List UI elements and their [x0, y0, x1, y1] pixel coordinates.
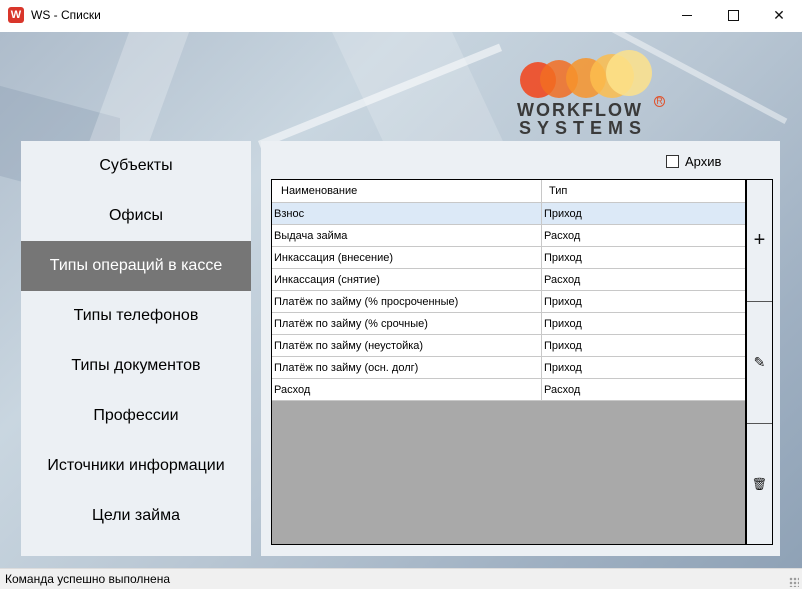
title-bar[interactable]: W WS - Списки ✕ [0, 0, 802, 32]
company-logo: WORKFLOW SYSTEMS R [514, 48, 674, 138]
trash-icon: 🗑 [751, 477, 768, 491]
cell-type: Расход [544, 383, 581, 396]
cell-name: Расход [272, 379, 542, 400]
logo-circle [606, 50, 652, 96]
cell-name: Платёж по займу (% срочные) [272, 313, 542, 334]
cell-name: Инкассация (снятие) [272, 269, 542, 290]
grid-header: Наименование Тип [272, 180, 746, 203]
sidebar-item-info-sources[interactable]: Источники информации [21, 441, 251, 491]
checkbox-box[interactable] [666, 155, 679, 168]
cell-type: Приход [544, 207, 582, 220]
cell-type: Расход [544, 273, 581, 286]
cell-name: Взнос [272, 203, 542, 224]
status-text: Команда успешно выполнена [5, 572, 171, 586]
resize-grip-icon[interactable] [789, 577, 799, 587]
content-panel: Архив Наименование Тип Взнос Приход Выда… [261, 141, 780, 556]
registered-mark: R [654, 96, 665, 107]
plus-icon: + [753, 229, 766, 251]
cell-name: Платёж по займу (неустойка) [272, 335, 542, 356]
sidebar-item-document-types[interactable]: Типы документов [21, 341, 251, 391]
cell-type: Приход [544, 251, 582, 264]
sidebar-item-loan-purposes[interactable]: Цели займа [21, 491, 251, 541]
column-header-type[interactable]: Тип [542, 180, 746, 202]
minimize-button[interactable] [664, 0, 710, 31]
archive-checkbox[interactable]: Архив [666, 154, 721, 169]
column-header-name[interactable]: Наименование [272, 180, 542, 202]
close-button[interactable]: ✕ [756, 0, 802, 31]
edit-button[interactable]: ✎ [747, 302, 772, 423]
add-button[interactable]: + [747, 180, 772, 301]
cell-type: Приход [544, 361, 582, 374]
cell-type: Приход [544, 295, 582, 308]
maximize-button[interactable] [710, 0, 756, 31]
app-window: W WS - Списки ✕ WORKFLOW SYSTEMS R Субъе… [0, 0, 802, 589]
cell-name: Инкассация (внесение) [272, 247, 542, 268]
sidebar-item-subjects[interactable]: Субъекты [21, 141, 251, 191]
minimize-icon [682, 15, 692, 16]
cell-name: Выдача займа [272, 225, 542, 246]
table-row[interactable]: Платёж по займу (% просроченные) Приход [272, 291, 746, 313]
table-row[interactable]: Платёж по займу (осн. долг) Приход [272, 357, 746, 379]
cell-name: Платёж по займу (% просроченные) [272, 291, 542, 312]
table-row[interactable]: Взнос Приход [272, 203, 746, 225]
pencil-icon: ✎ [753, 354, 766, 370]
cell-type: Приход [544, 317, 582, 330]
table-row[interactable]: Платёж по займу (% срочные) Приход [272, 313, 746, 335]
grid-toolbar: + ✎ 🗑 [745, 179, 773, 545]
table-row[interactable]: Расход Расход [272, 379, 746, 401]
logo-text-systems: SYSTEMS [519, 118, 648, 138]
maximize-icon [727, 10, 739, 21]
delete-button[interactable]: 🗑 [747, 424, 772, 544]
sidebar-item-phone-types[interactable]: Типы телефонов [21, 291, 251, 341]
close-icon: ✕ [773, 7, 785, 23]
cell-type: Расход [544, 229, 581, 242]
sidebar-item-offices[interactable]: Офисы [21, 191, 251, 241]
cell-name: Платёж по займу (осн. долг) [272, 357, 542, 378]
cell-type: Приход [544, 339, 582, 352]
app-icon: W [8, 7, 24, 23]
client-area: WORKFLOW SYSTEMS R Субъекты Офисы Типы о… [0, 32, 802, 568]
sidebar-item-cash-operation-types[interactable]: Типы операций в кассе [21, 241, 251, 291]
sidebar-item-professions[interactable]: Профессии [21, 391, 251, 441]
archive-label: Архив [685, 154, 722, 169]
status-bar: Команда успешно выполнена [0, 568, 802, 589]
window-title: WS - Списки [31, 8, 101, 22]
sidebar: Субъекты Офисы Типы операций в кассе Тип… [21, 141, 251, 556]
data-grid[interactable]: Наименование Тип Взнос Приход Выдача зай… [271, 179, 747, 545]
table-row[interactable]: Инкассация (внесение) Приход [272, 247, 746, 269]
table-row[interactable]: Выдача займа Расход [272, 225, 746, 247]
table-row[interactable]: Инкассация (снятие) Расход [272, 269, 746, 291]
table-row[interactable]: Платёж по займу (неустойка) Приход [272, 335, 746, 357]
